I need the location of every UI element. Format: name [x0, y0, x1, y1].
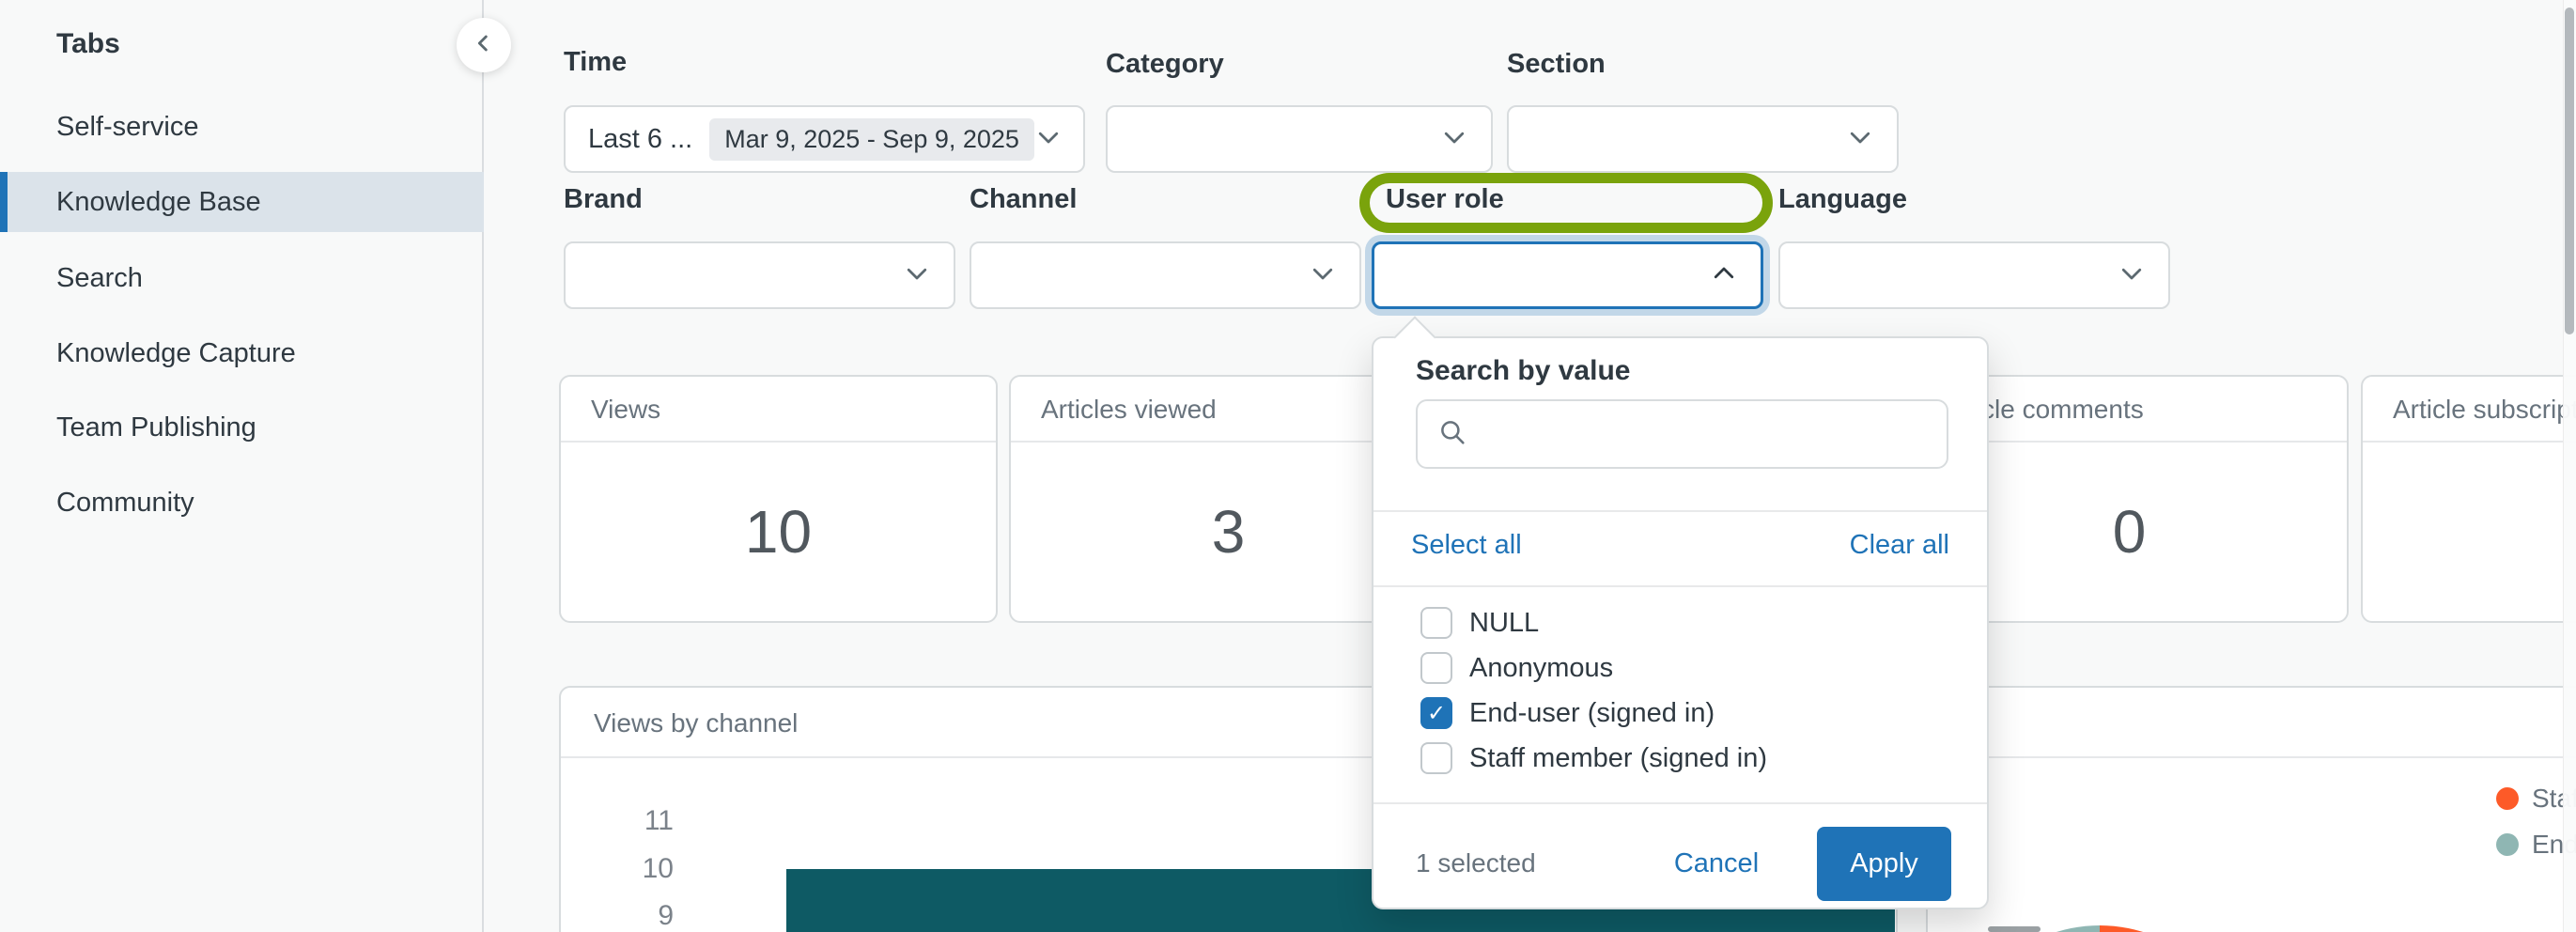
brand-filter-select[interactable] — [564, 241, 955, 309]
metric-card-article-subscriptions: Article subscriptions — [2361, 375, 2576, 623]
check-icon: ✓ — [1427, 700, 1446, 727]
checkbox-unchecked[interactable] — [1420, 652, 1452, 684]
sidebar-collapse-button[interactable] — [457, 18, 511, 72]
sidebar-title: Tabs — [56, 28, 120, 60]
option-label: Staff member (signed in) — [1469, 743, 1767, 774]
chevron-left-icon — [471, 30, 497, 61]
tabs-sidebar: Tabs Self-service Knowledge Base Search … — [0, 0, 484, 932]
time-filter-select[interactable]: Last 6 ... Mar 9, 2025 - Sep 9, 2025 — [564, 105, 1085, 173]
divider — [1373, 585, 1987, 587]
selected-count: 1 selected — [1416, 848, 1536, 878]
time-filter-range-pill: Mar 9, 2025 - Sep 9, 2025 — [709, 118, 1034, 161]
y-axis-tick: 11 — [561, 804, 674, 838]
sidebar-item-team-publishing[interactable]: Team Publishing — [0, 397, 484, 458]
checkbox-unchecked[interactable] — [1420, 607, 1452, 639]
apply-button[interactable]: Apply — [1817, 827, 1951, 901]
metric-card-views: Views 10 — [559, 375, 998, 623]
section-filter-select[interactable] — [1507, 105, 1899, 173]
chevron-down-icon — [1309, 259, 1337, 292]
chevron-down-icon — [903, 259, 931, 292]
y-axis-tick: 9 — [561, 899, 674, 932]
search-icon — [1436, 416, 1468, 453]
time-filter-value: Last 6 ... — [588, 124, 692, 155]
legend-dot-orange — [2496, 787, 2519, 810]
option-anonymous[interactable]: Anonymous — [1373, 645, 1987, 691]
checkbox-checked[interactable]: ✓ — [1420, 697, 1452, 729]
cancel-button[interactable]: Cancel — [1655, 846, 1777, 881]
legend-dot-teal — [2496, 833, 2519, 856]
section-filter-label: Section — [1507, 49, 1606, 80]
chart-title — [1928, 688, 2576, 758]
option-label: End-user (signed in) — [1469, 698, 1715, 729]
option-label: Anonymous — [1469, 653, 1613, 684]
sidebar-item-knowledge-base[interactable]: Knowledge Base — [0, 172, 484, 232]
metric-card-value: 10 — [745, 497, 812, 567]
panel-heading: Search by value — [1416, 355, 1630, 387]
search-field[interactable] — [1416, 399, 1948, 469]
checkbox-unchecked[interactable] — [1420, 742, 1452, 774]
panel-arrow — [1393, 316, 1435, 358]
select-all-link[interactable]: Select all — [1411, 530, 1522, 561]
chevron-up-icon — [1710, 259, 1738, 292]
user-role-dropdown-panel: Search by value Select all Clear all NUL… — [1372, 336, 1989, 909]
user-role-filter-select[interactable] — [1372, 241, 1763, 309]
channel-filter-select[interactable] — [970, 241, 1361, 309]
y-axis-tick: 10 — [561, 852, 674, 886]
option-end-user[interactable]: ✓ End-user (signed in) — [1373, 691, 1987, 736]
partial-element-bottom — [1988, 926, 2041, 932]
clear-all-link[interactable]: Clear all — [1850, 530, 1949, 561]
time-filter-label: Time — [564, 47, 627, 78]
sidebar-item-search[interactable]: Search — [0, 248, 484, 308]
chevron-down-icon — [1846, 123, 1874, 156]
channel-filter-label: Channel — [970, 184, 1077, 215]
option-null[interactable]: NULL — [1373, 600, 1987, 645]
language-filter-select[interactable] — [1778, 241, 2170, 309]
views-by-user-role-card: Staff member (signed in) End-user (signe… — [1926, 686, 2576, 932]
chevron-down-icon — [1034, 123, 1063, 156]
option-staff-member[interactable]: Staff member (signed in) — [1373, 736, 1987, 781]
user-role-filter-label: User role — [1386, 184, 1504, 215]
scrollbar-thumb[interactable] — [2565, 8, 2574, 334]
sidebar-item-knowledge-capture[interactable]: Knowledge Capture — [0, 323, 484, 383]
chevron-down-icon — [1440, 123, 1468, 156]
divider — [1373, 802, 1987, 804]
metric-card-title: Article subscriptions — [2363, 377, 2576, 443]
search-input[interactable] — [1482, 418, 1928, 450]
sidebar-item-self-service[interactable]: Self-service — [0, 97, 484, 157]
sidebar-item-community[interactable]: Community — [0, 473, 484, 533]
explore-dashboard: Tabs Self-service Knowledge Base Search … — [0, 0, 2576, 932]
option-label: NULL — [1469, 608, 1539, 639]
metric-card-value: 0 — [2113, 497, 2147, 567]
metric-card-title: Views — [561, 377, 996, 443]
language-filter-label: Language — [1778, 184, 1907, 215]
brand-filter-label: Brand — [564, 184, 643, 215]
category-filter-label: Category — [1106, 49, 1224, 80]
metric-card-value: 3 — [1212, 497, 1246, 567]
divider — [1373, 510, 1987, 512]
chevron-down-icon — [2118, 259, 2146, 292]
category-filter-select[interactable] — [1106, 105, 1493, 173]
